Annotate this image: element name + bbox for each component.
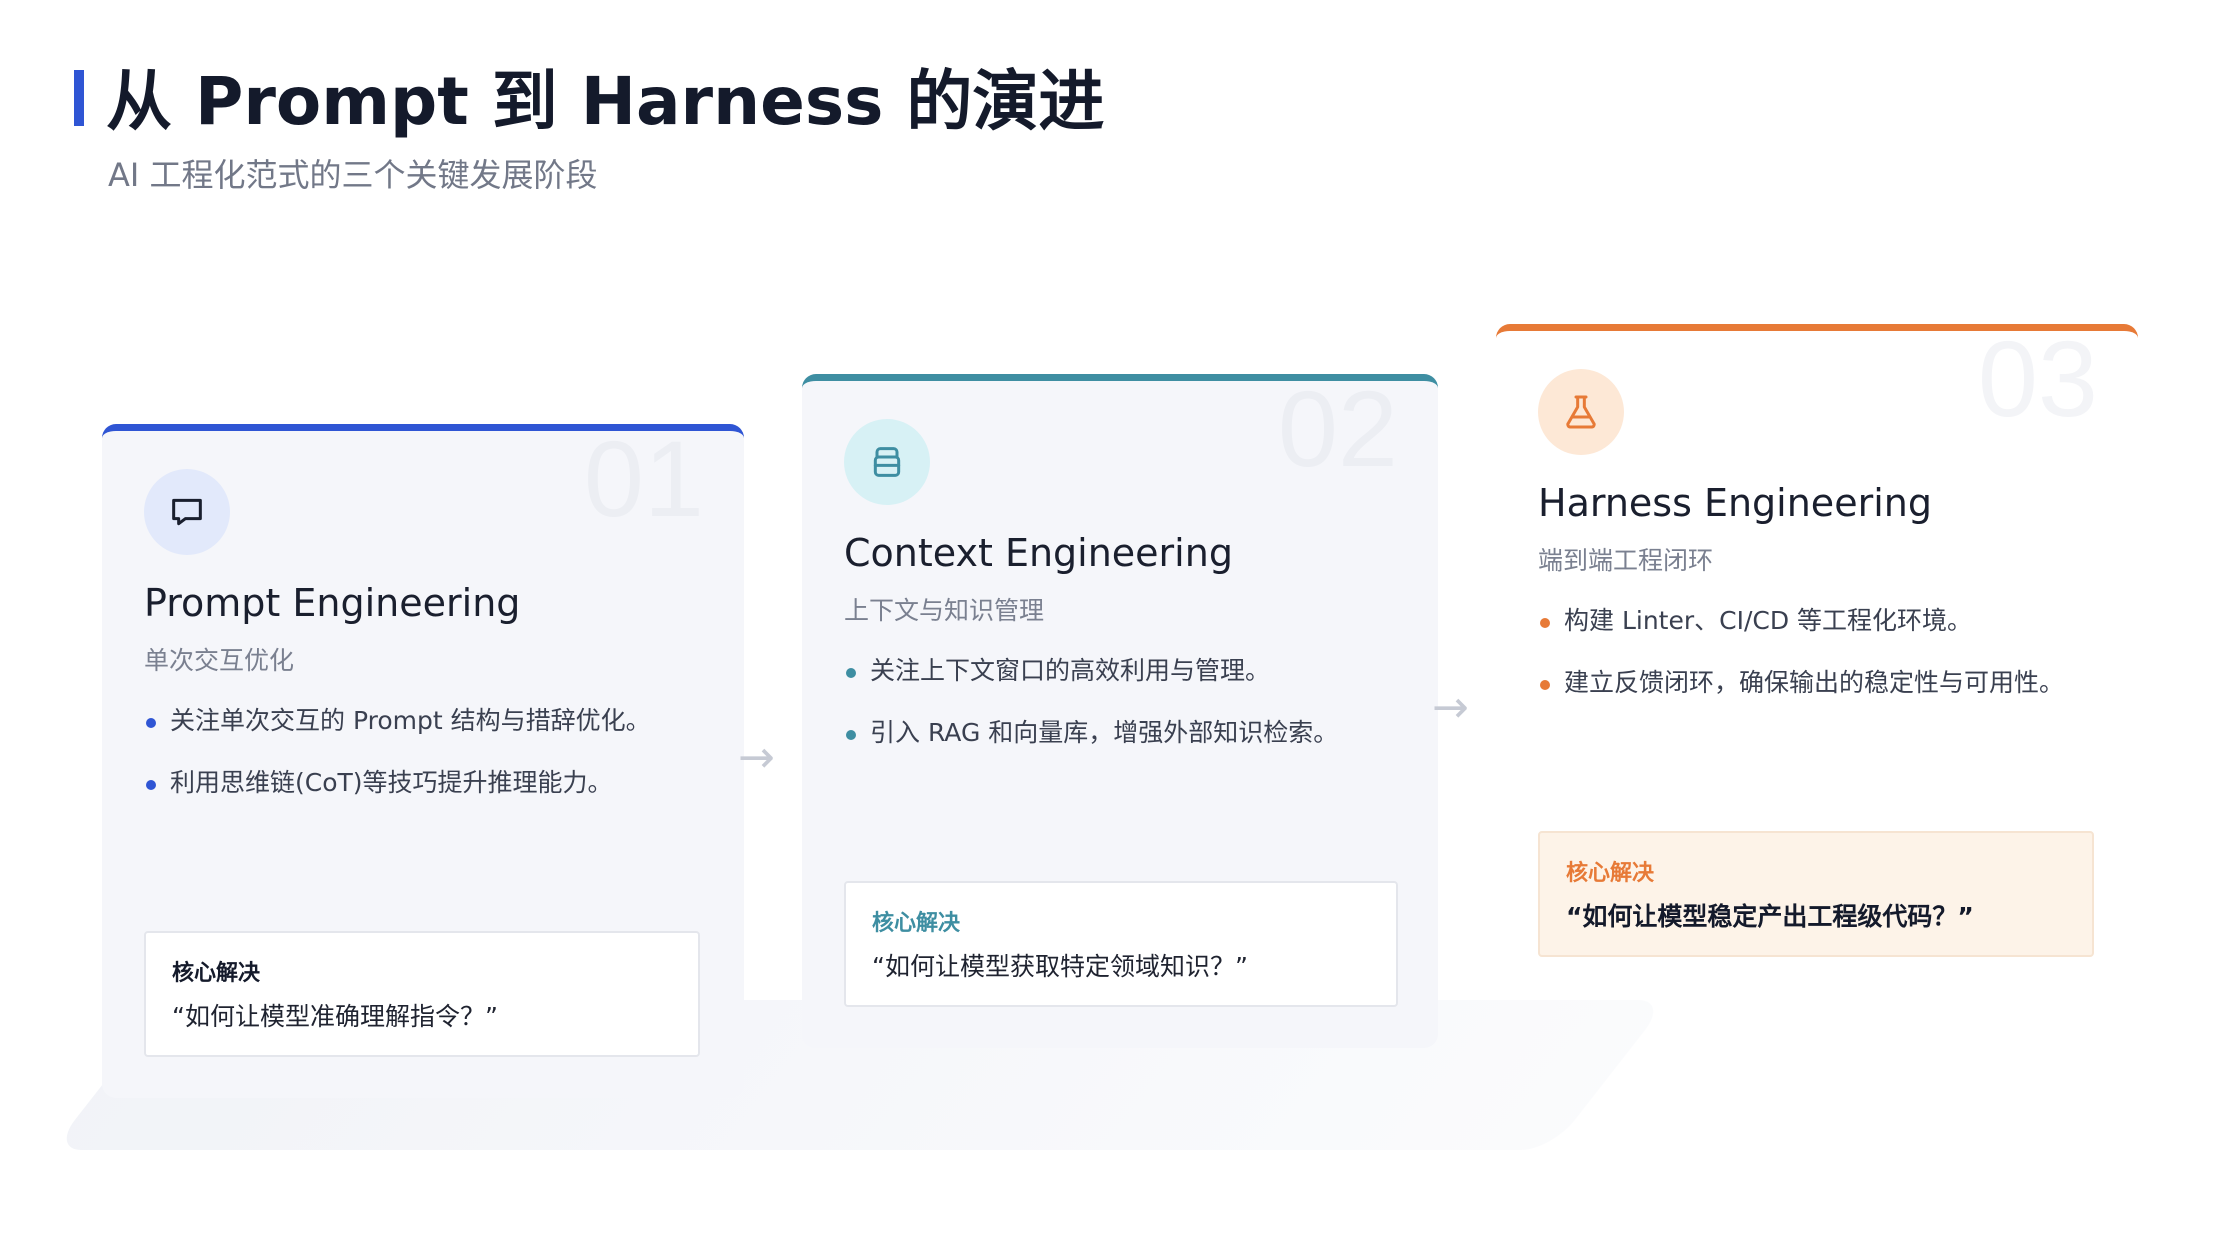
list-item: 引入 RAG 和向量库，增强外部知识检索。 [844, 715, 1338, 777]
page-subtitle: AI 工程化范式的三个关键发展阶段 [108, 156, 598, 194]
list-item: 利用思维链(CoT)等技巧提升推理能力。 [144, 765, 651, 827]
title-accent-bar [74, 70, 84, 126]
list-item: 关注单次交互的 Prompt 结构与措辞优化。 [144, 703, 651, 765]
stage-points: 构建 Linter、CI/CD 等工程化环境。 建立反馈闭环，确保输出的稳定性与… [1538, 603, 2064, 727]
core-question: “如何让模型获取特定领域知识？” [872, 952, 1248, 981]
core-label: 核心解决 [872, 911, 961, 936]
stage-number: 01 [583, 418, 704, 539]
stage-subtitle: 端到端工程闭环 [1538, 546, 1714, 575]
stage-title: Prompt Engineering [144, 581, 521, 625]
arrow-right-icon: → [1432, 682, 1469, 733]
page-title: 从 Prompt 到 Harness 的演进 [106, 63, 1105, 140]
list-item: 构建 Linter、CI/CD 等工程化环境。 [1538, 603, 2064, 665]
chat-bubble-icon [144, 469, 230, 555]
stage-card-context: 02 Context Engineering 上下文与知识管理 关注上下文窗口的… [802, 374, 1438, 1048]
arrow-right-icon: → [738, 732, 775, 783]
stage-subtitle: 上下文与知识管理 [844, 596, 1045, 625]
stage-card-harness: 03 Harness Engineering 端到端工程闭环 构建 Linter… [1496, 324, 2138, 998]
core-label: 核心解决 [172, 961, 261, 986]
stage-title: Harness Engineering [1538, 481, 1932, 525]
stage-title: Context Engineering [844, 531, 1233, 575]
stage-points: 关注单次交互的 Prompt 结构与措辞优化。 利用思维链(CoT)等技巧提升推… [144, 703, 651, 827]
core-question-box: 核心解决 “如何让模型准确理解指令？” [144, 931, 700, 1057]
stage-number: 02 [1277, 368, 1398, 489]
stage-number: 03 [1977, 318, 2098, 439]
core-question-box: 核心解决 “如何让模型获取特定领域知识？” [844, 881, 1398, 1007]
list-item: 建立反馈闭环，确保输出的稳定性与可用性。 [1538, 665, 2064, 727]
core-label: 核心解决 [1566, 861, 1655, 886]
flask-icon [1538, 369, 1624, 455]
database-icon [844, 419, 930, 505]
core-question: “如何让模型准确理解指令？” [172, 1002, 498, 1031]
list-item: 关注上下文窗口的高效利用与管理。 [844, 653, 1338, 715]
stage-subtitle: 单次交互优化 [144, 646, 295, 675]
core-question: “如何让模型稳定产出工程级代码？” [1566, 902, 1974, 931]
stage-points: 关注上下文窗口的高效利用与管理。 引入 RAG 和向量库，增强外部知识检索。 [844, 653, 1338, 777]
core-question-box: 核心解决 “如何让模型稳定产出工程级代码？” [1538, 831, 2094, 957]
stage-card-prompt: 01 Prompt Engineering 单次交互优化 关注单次交互的 Pro… [102, 424, 744, 1098]
